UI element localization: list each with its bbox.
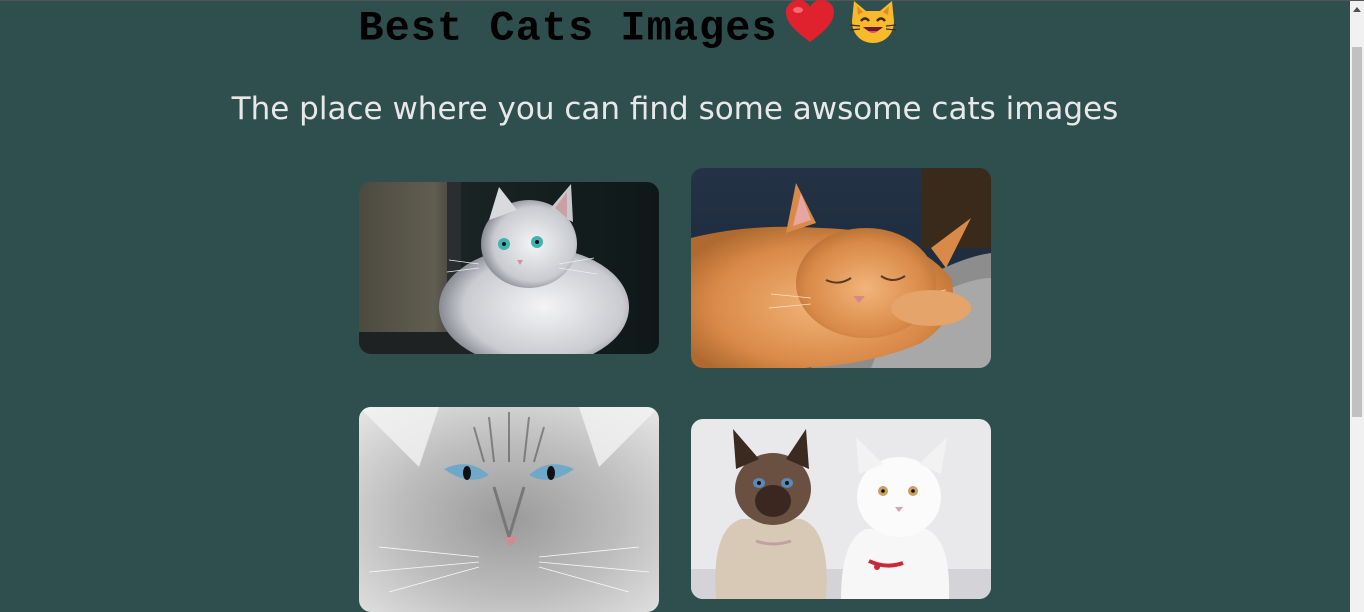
heart-icon xyxy=(784,0,836,57)
page-title-text: Best Cats Images xyxy=(358,4,778,53)
scrollbar-thumb[interactable] xyxy=(1352,47,1362,417)
page-title: Best Cats Images xyxy=(358,0,897,58)
page-subtitle: The place where you can find some awsome… xyxy=(231,91,1119,127)
header: Best Cats Images xyxy=(0,0,1350,53)
cat-image-orange-sleeping xyxy=(691,168,991,368)
vertical-scrollbar[interactable] xyxy=(1350,1,1364,612)
cat-image-white-fluffy xyxy=(359,182,659,354)
page: Best Cats Images The place where you can… xyxy=(0,0,1364,612)
cat-image-two-cats xyxy=(691,419,991,599)
cat-image-grey-closeup xyxy=(359,407,659,612)
cat-face-icon xyxy=(848,0,898,58)
scroll-up-arrow-icon[interactable] xyxy=(1350,1,1364,18)
